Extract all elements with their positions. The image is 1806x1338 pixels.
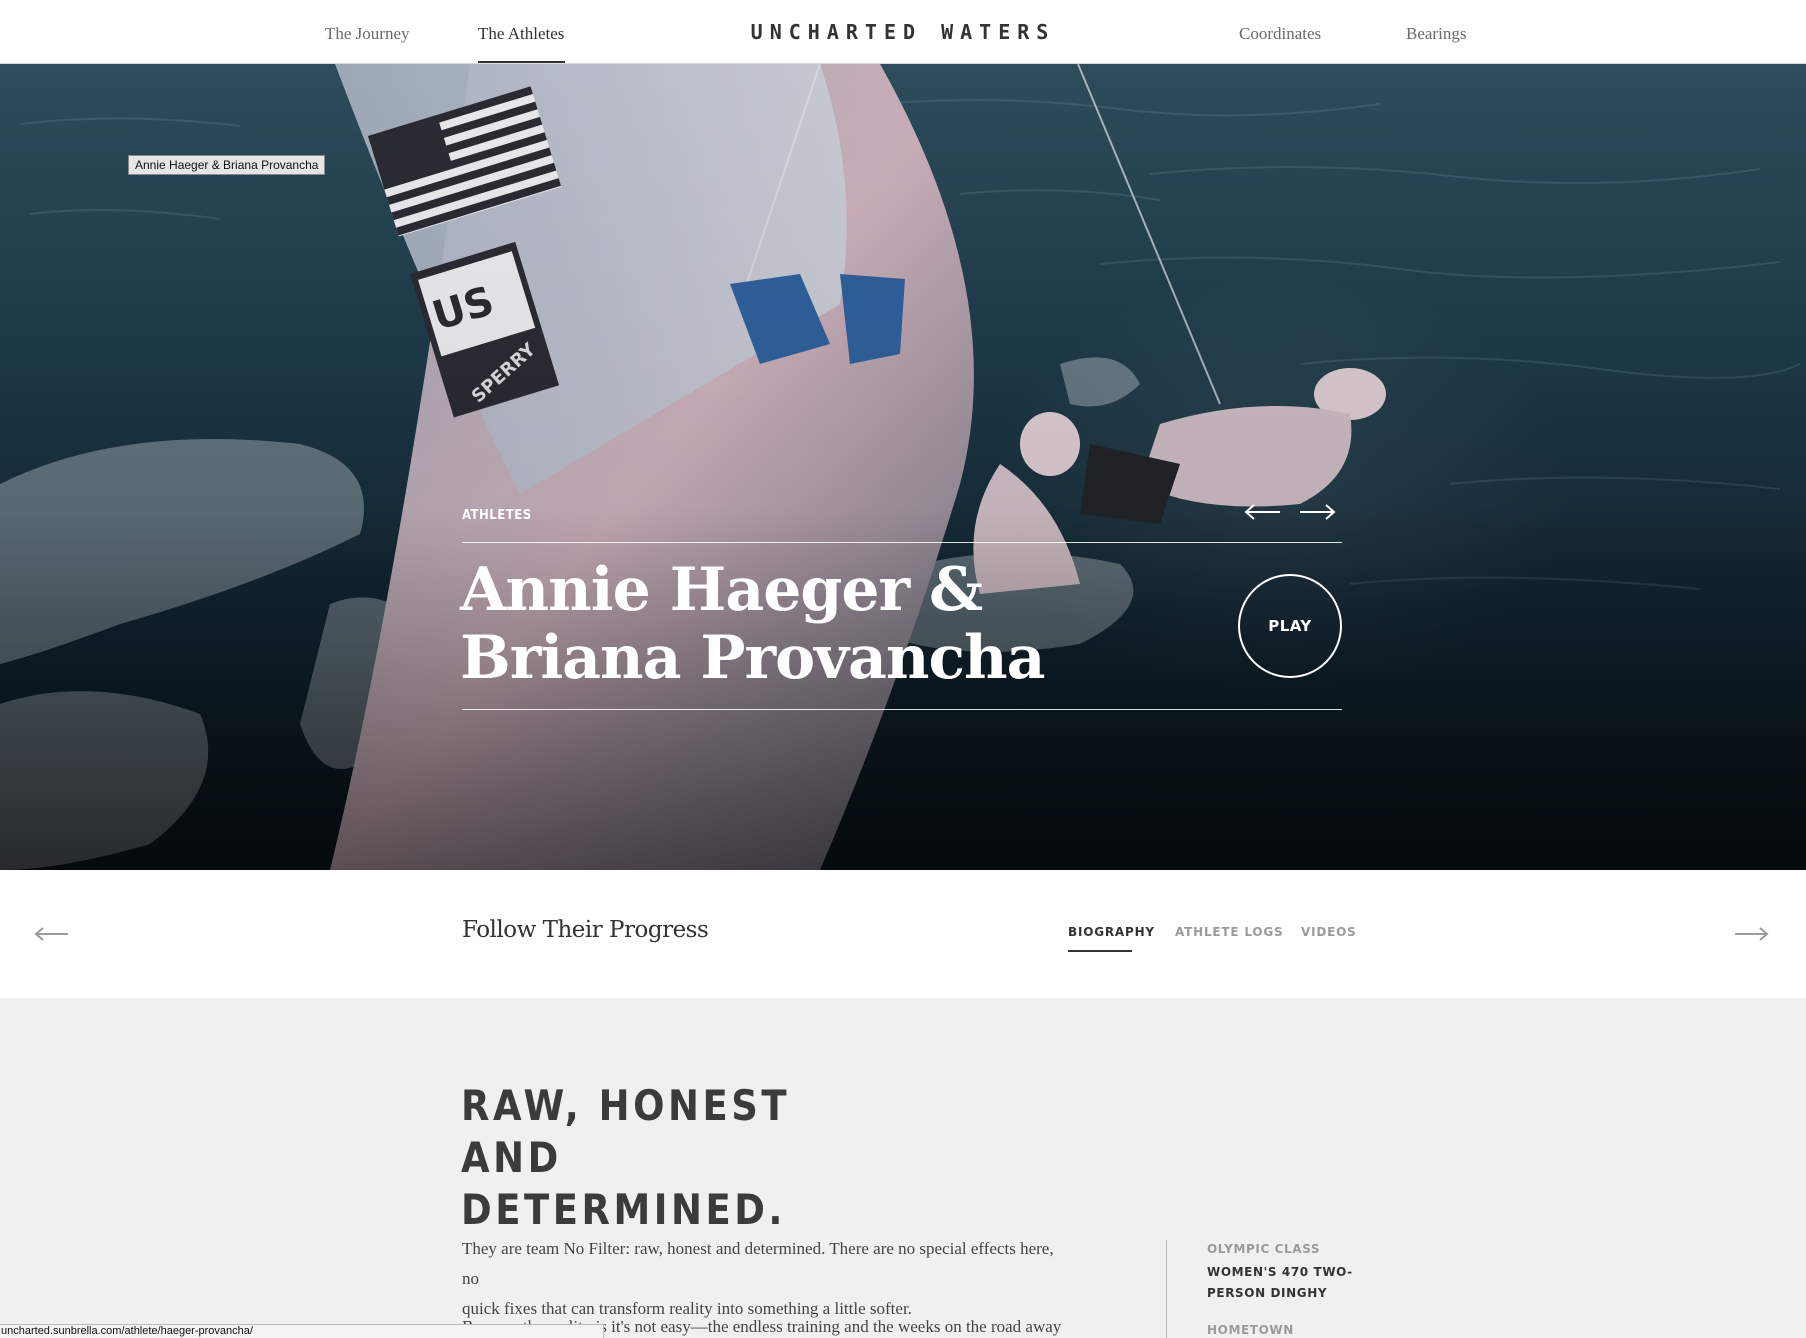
arrow-left-icon[interactable] (1242, 500, 1282, 524)
tab-athlete-logs[interactable]: ATHLETE LOGS (1175, 925, 1284, 939)
nav-bearings[interactable]: Bearings (1406, 24, 1466, 44)
hero-top-rule (462, 542, 1342, 543)
olympic-class-label: OLYMPIC CLASS (1207, 1242, 1321, 1256)
play-button[interactable]: PLAY (1238, 574, 1342, 678)
image-tooltip: Annie Haeger & Briana Provancha (128, 155, 326, 175)
athlete-name-line-2: Briana Provancha (460, 623, 1046, 693)
biography-section: RAW, HONEST AND DETERMINED. They are tea… (0, 998, 1806, 1338)
olympic-class-value-line-2: PERSON DINGHY (1207, 1286, 1328, 1300)
athlete-name-line-1: Annie Haeger & (460, 555, 983, 625)
olympic-class-value: WOMEN'S 470 TWO- PERSON DINGHY (1207, 1262, 1357, 1304)
arrow-right-icon[interactable] (1298, 500, 1338, 524)
bio-paragraph-1-line-1: They are team No Filter: raw, honest and… (462, 1239, 1054, 1288)
progress-navigation: Follow Their Progress BIOGRAPHY ATHLETE … (0, 870, 1806, 998)
athlete-name: Annie Haeger & Briana Provancha (460, 555, 1046, 693)
next-athlete-arrow-icon[interactable] (1734, 924, 1770, 944)
athlete-hero: US SPERRY Annie Haeger & Briana Provanch… (0, 64, 1806, 870)
hero-sailboat-image: US SPERRY (0, 64, 1806, 870)
olympic-class-value-line-1: WOMEN'S 470 TWO- (1207, 1265, 1353, 1279)
active-tab-underline (1068, 950, 1132, 952)
tab-videos[interactable]: VIDEOS (1301, 925, 1357, 939)
hometown-label: HOMETOWN (1207, 1323, 1294, 1337)
active-nav-underline (478, 61, 565, 63)
bio-paragraph: They are team No Filter: raw, honest and… (462, 1234, 1062, 1324)
play-button-label: PLAY (1268, 617, 1312, 635)
section-eyebrow: ATHLETES (462, 508, 532, 523)
meta-divider (1166, 1240, 1167, 1338)
bio-headline-line-2: DETERMINED. (461, 1185, 787, 1234)
prev-athlete-arrow-icon[interactable] (33, 924, 69, 944)
nav-coordinates[interactable]: Coordinates (1239, 24, 1321, 44)
hero-bottom-rule (462, 709, 1342, 710)
bio-headline-line-1: RAW, HONEST AND (461, 1081, 791, 1182)
follow-progress-title: Follow Their Progress (462, 917, 709, 943)
browser-status-url: uncharted.sunbrella.com/athlete/haeger-p… (0, 1324, 604, 1338)
top-navigation: The Journey The Athletes UNCHARTED WATER… (0, 0, 1806, 64)
bio-headline: RAW, HONEST AND DETERMINED. (461, 1080, 901, 1236)
tab-biography[interactable]: BIOGRAPHY (1068, 925, 1155, 939)
site-logo[interactable]: UNCHARTED WATERS (0, 20, 1806, 44)
